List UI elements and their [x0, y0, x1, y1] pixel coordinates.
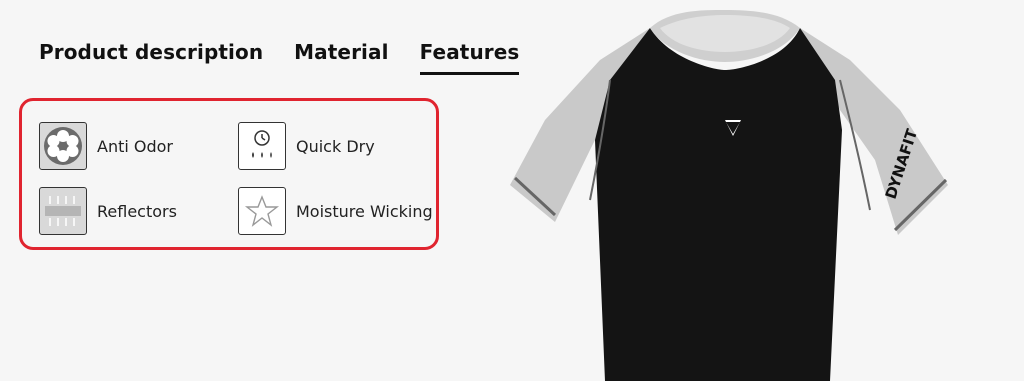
feature-anti-odor: Anti Odor [39, 122, 173, 170]
features-highlight-box: Anti Odor Quick Dry Reflectors Moisture … [19, 98, 439, 250]
product-features-page: Product description Material Features An… [0, 0, 1024, 381]
tab-material[interactable]: Material [294, 40, 388, 75]
feature-label-reflectors: Reflectors [97, 201, 177, 221]
tab-product-description[interactable]: Product description [39, 40, 263, 75]
anti-odor-icon [39, 122, 87, 170]
t-shirt-image: DYNAFIT [510, 10, 948, 381]
feature-quick-dry: Quick Dry [238, 122, 375, 170]
feature-moisture-wicking: Moisture Wicking [238, 187, 433, 235]
reflectors-icon [39, 187, 87, 235]
quick-dry-icon [238, 122, 286, 170]
feature-reflectors: Reflectors [39, 187, 177, 235]
feature-label-moisture-wicking: Moisture Wicking [296, 201, 433, 221]
product-image: DYNAFIT [500, 0, 960, 381]
moisture-wicking-icon [238, 187, 286, 235]
feature-label-quick-dry: Quick Dry [296, 136, 375, 156]
tab-bar: Product description Material Features [39, 40, 520, 75]
feature-label-anti-odor: Anti Odor [97, 136, 174, 156]
